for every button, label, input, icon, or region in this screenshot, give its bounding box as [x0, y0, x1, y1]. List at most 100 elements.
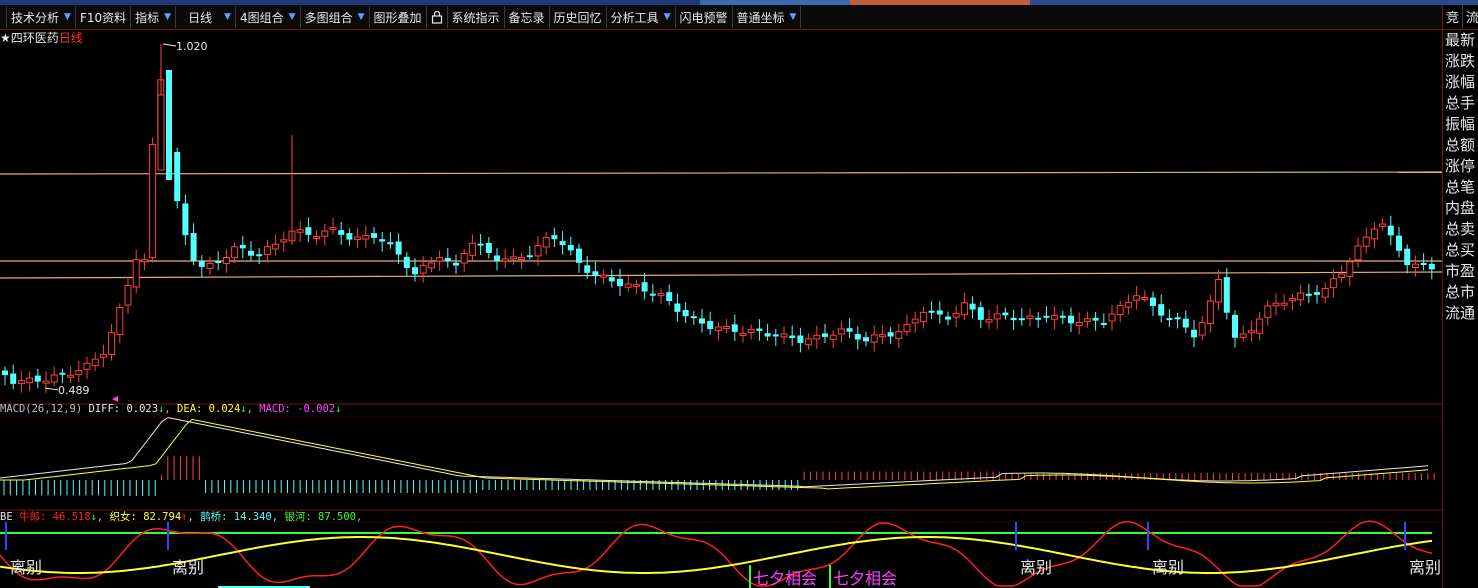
- candle-body[interactable]: [1083, 318, 1091, 322]
- candle-body[interactable]: [1247, 330, 1255, 334]
- candle-body[interactable]: [666, 292, 673, 302]
- candle-body[interactable]: [1215, 278, 1223, 303]
- candle-body[interactable]: [1010, 317, 1017, 321]
- candle-body[interactable]: [387, 242, 394, 245]
- candle-body[interactable]: [182, 203, 189, 236]
- tab-flow[interactable]: 流: [1463, 5, 1478, 29]
- candle-body[interactable]: [296, 229, 304, 233]
- chart-area[interactable]: 1.020 0.489 离别 离别 离别 离别 离别七夕相会 七夕相会: [0, 30, 1442, 588]
- candle-body[interactable]: [248, 250, 254, 256]
- candle-body[interactable]: [756, 328, 763, 331]
- candle-body[interactable]: [231, 246, 239, 259]
- candle-body[interactable]: [854, 333, 861, 340]
- candle-body[interactable]: [829, 334, 837, 340]
- candle-body[interactable]: [969, 303, 976, 310]
- candle-body[interactable]: [395, 241, 402, 255]
- candle-body[interactable]: [739, 332, 747, 336]
- candle-body[interactable]: [1051, 314, 1059, 320]
- candle-body[interactable]: [1158, 304, 1165, 316]
- candle-body[interactable]: [1026, 315, 1034, 319]
- candle-body[interactable]: [682, 309, 689, 317]
- candle-body[interactable]: [206, 263, 214, 269]
- candle-body[interactable]: [534, 245, 542, 257]
- toolbar-analysis-tools[interactable]: 分析工具 ▼: [607, 6, 676, 28]
- candle-body[interactable]: [1124, 302, 1132, 308]
- candle-body[interactable]: [280, 239, 288, 243]
- candle-body[interactable]: [592, 271, 599, 276]
- toolbar-period[interactable]: 日线 ▼: [176, 6, 236, 28]
- candle-body[interactable]: [846, 328, 853, 332]
- candle-body[interactable]: [960, 302, 968, 316]
- toolbar-4-chart-combo[interactable]: 4图组合 ▼: [236, 6, 301, 28]
- candle-body[interactable]: [10, 373, 17, 384]
- candle-body[interactable]: [1404, 248, 1411, 266]
- candle-body[interactable]: [707, 321, 714, 330]
- candle-body[interactable]: [928, 310, 935, 313]
- candle-body[interactable]: [50, 374, 58, 383]
- candle-body[interactable]: [485, 242, 492, 253]
- candle-body[interactable]: [108, 332, 116, 356]
- candle-body[interactable]: [263, 246, 271, 255]
- candle-body[interactable]: [1206, 300, 1214, 325]
- candle-body[interactable]: [1059, 315, 1066, 318]
- candle-body[interactable]: [600, 274, 608, 278]
- candle-body[interactable]: [42, 380, 50, 384]
- candle-body[interactable]: [822, 333, 828, 337]
- candle-body[interactable]: [354, 236, 362, 240]
- candle-body[interactable]: [329, 227, 337, 231]
- candle-body[interactable]: [59, 372, 66, 375]
- candle-body[interactable]: [772, 334, 779, 337]
- toolbar-f10[interactable]: F10资料: [76, 6, 132, 28]
- candle-body[interactable]: [460, 253, 468, 264]
- candle-body[interactable]: [1108, 313, 1116, 322]
- candle-body[interactable]: [1346, 261, 1354, 277]
- candle-body[interactable]: [518, 256, 526, 260]
- toolbar-multi-chart-combo[interactable]: 多图组合 ▼: [301, 6, 370, 28]
- candle-body[interactable]: [813, 334, 821, 340]
- candle-body[interactable]: [1002, 312, 1009, 316]
- candle-body[interactable]: [952, 312, 960, 318]
- candle-body[interactable]: [747, 329, 755, 334]
- toolbar-technical-analysis[interactable]: 技术分析 ▼: [7, 6, 76, 28]
- candle-body[interactable]: [837, 328, 845, 335]
- candle-body[interactable]: [878, 334, 886, 338]
- candle-body[interactable]: [1411, 263, 1419, 269]
- candle-body[interactable]: [371, 233, 377, 238]
- candle-body[interactable]: [1362, 236, 1370, 247]
- candle-body[interactable]: [1280, 302, 1288, 306]
- candle-body[interactable]: [1166, 318, 1173, 321]
- candle-body[interactable]: [657, 293, 665, 297]
- candle-body[interactable]: [731, 324, 738, 332]
- candle-body[interactable]: [551, 235, 558, 240]
- candle-body[interactable]: [75, 370, 83, 376]
- candle-body[interactable]: [1133, 295, 1141, 301]
- candle-body[interactable]: [166, 70, 172, 180]
- candle-body[interactable]: [501, 258, 509, 262]
- candle-body[interactable]: [714, 326, 722, 331]
- candle-body[interactable]: [1387, 225, 1394, 236]
- candle-body[interactable]: [436, 257, 444, 262]
- candle-body[interactable]: [34, 375, 41, 382]
- candle-body[interactable]: [272, 243, 280, 250]
- candle-body[interactable]: [67, 374, 75, 378]
- candle-body[interactable]: [789, 335, 796, 338]
- candle-body[interactable]: [198, 261, 205, 267]
- candle-body[interactable]: [338, 230, 345, 235]
- candle-body[interactable]: [863, 337, 869, 342]
- candle-body[interactable]: [174, 152, 181, 202]
- candle-body[interactable]: [1428, 263, 1435, 270]
- candle-body[interactable]: [641, 282, 648, 292]
- candle-body[interactable]: [559, 241, 566, 246]
- candle-body[interactable]: [346, 233, 353, 240]
- candle-body[interactable]: [509, 256, 517, 260]
- candle-body[interactable]: [403, 256, 410, 268]
- candle-body[interactable]: [985, 319, 993, 323]
- candle-body[interactable]: [149, 144, 157, 259]
- candle-body[interactable]: [1288, 298, 1296, 302]
- candle-body[interactable]: [1297, 292, 1305, 301]
- candle-body[interactable]: [157, 94, 165, 171]
- candle-body[interactable]: [427, 262, 435, 269]
- candle-body[interactable]: [780, 333, 788, 338]
- toolbar-system-indication[interactable]: 系统指示: [448, 6, 505, 28]
- candle-body[interactable]: [805, 338, 813, 346]
